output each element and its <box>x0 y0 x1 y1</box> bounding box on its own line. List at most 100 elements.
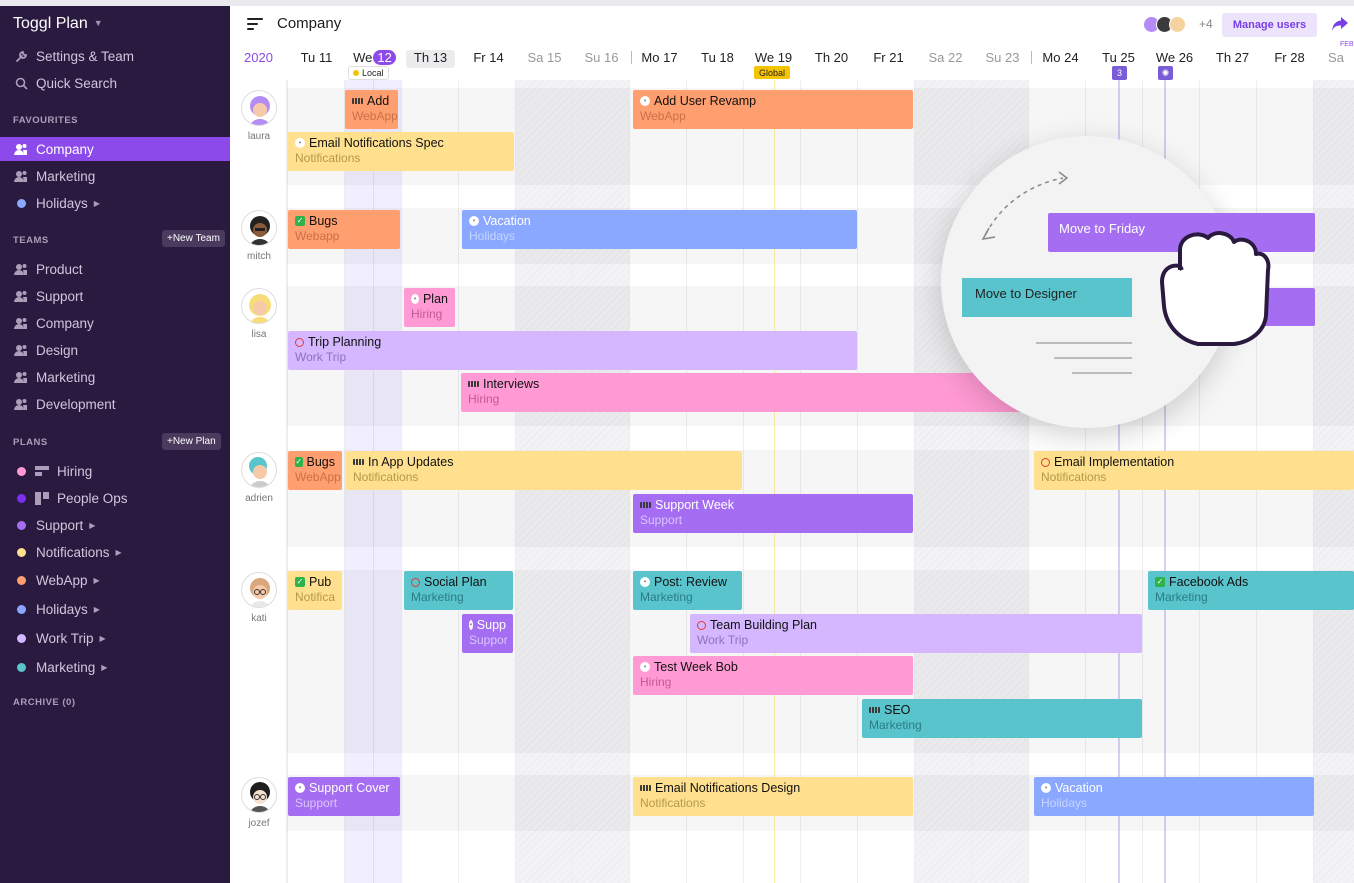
share-icon[interactable] <box>1331 16 1349 37</box>
plan-label: WebApp <box>36 572 88 588</box>
milestone-sun-icon[interactable]: ✺ <box>1158 66 1173 80</box>
plan-item-support[interactable]: Support ▶ <box>0 513 230 537</box>
task-bar[interactable]: ✓ Bugs Webapp <box>288 210 400 249</box>
task-bar[interactable]: Team Building Plan Work Trip <box>690 614 1142 653</box>
task-bar[interactable]: ✓ Facebook Ads Marketing <box>1148 571 1354 610</box>
user-mitch[interactable]: mitch <box>240 210 278 262</box>
expand-arrow-icon[interactable]: ▶ <box>116 548 122 557</box>
move-to-designer-task[interactable]: Move to Designer <box>962 278 1132 317</box>
task-bar[interactable]: • Add User Revamp WebApp <box>633 90 913 129</box>
user-adrien[interactable]: adrien <box>240 452 278 504</box>
task-plan: Work Trip <box>697 633 749 647</box>
placeholder-line <box>1072 372 1132 374</box>
milestone-count-badge[interactable]: 3 <box>1112 66 1127 80</box>
day-mo-17: Mo 17 <box>641 50 678 65</box>
task-bar[interactable]: • Vacation Holidays <box>462 210 857 249</box>
task-bar[interactable]: Trip Planning Work Trip <box>288 331 857 370</box>
plan-item-marketing[interactable]: Marketing ▶ <box>0 655 230 679</box>
plan-item-notifications[interactable]: Notifications ▶ <box>0 540 230 564</box>
favourite-label: Company <box>36 141 94 157</box>
board-icon <box>34 490 50 506</box>
expand-arrow-icon[interactable]: ▶ <box>101 663 107 672</box>
comment-icon: • <box>640 662 650 672</box>
team-item-company[interactable]: Company <box>0 311 230 335</box>
extra-users-count: +4 <box>1199 17 1213 31</box>
task-plan: Work Trip <box>295 350 347 364</box>
team-item-support[interactable]: Support <box>0 284 230 308</box>
new-team-button[interactable]: +New Team <box>162 230 225 247</box>
task-bar[interactable]: • Plan Hiring <box>404 288 455 327</box>
task-plan: Hiring <box>640 675 672 689</box>
task-bar[interactable]: • Post: Review Marketing <box>633 571 742 610</box>
user-name: laura <box>247 131 271 142</box>
brand-name: Toggl Plan <box>13 15 88 32</box>
task-bar[interactable]: In App Updates Notifications <box>346 451 742 490</box>
task-bar[interactable]: • Test Week Bob Hiring <box>633 656 913 695</box>
menu-toggle-icon[interactable] <box>247 18 263 30</box>
day-sa-22: Sa 22 <box>928 50 963 65</box>
task-title: Support Week <box>655 498 734 512</box>
day-we-26: We 26 <box>1155 50 1194 65</box>
user-name: kati <box>251 613 267 624</box>
task-bar[interactable]: ✓ Pub Notifica <box>288 571 342 610</box>
expand-arrow-icon[interactable]: ▶ <box>94 199 100 208</box>
plan-item-holidays[interactable]: Holidays ▶ <box>0 597 230 621</box>
progress-icon <box>353 459 364 465</box>
user-kati[interactable]: kati <box>240 572 278 624</box>
task-bar[interactable]: • Supp Suppor <box>462 614 513 653</box>
task-bar[interactable]: Support Week Support <box>633 494 913 533</box>
expand-arrow-icon[interactable]: ▶ <box>100 634 106 643</box>
settings-team-link[interactable]: Settings & Team <box>0 44 230 68</box>
team-item-development[interactable]: Development <box>0 392 230 416</box>
favourite-item-holidays[interactable]: Holidays ▶ <box>0 191 230 215</box>
user-jozef[interactable]: jozef <box>240 777 278 829</box>
task-title: Social Plan <box>424 575 487 589</box>
expand-arrow-icon[interactable]: ▶ <box>94 605 100 614</box>
task-bar[interactable]: Add WebApp <box>345 90 398 129</box>
day-th-20: Th 20 <box>814 50 849 65</box>
task-title: Vacation <box>1055 781 1103 795</box>
task-bar[interactable]: Social Plan Marketing <box>404 571 513 610</box>
new-plan-button[interactable]: +New Plan <box>162 433 221 450</box>
user-avatar-stack[interactable] <box>1143 16 1203 34</box>
archive-link[interactable]: ARCHIVE (0) <box>13 697 76 708</box>
task-bar[interactable]: Email Implementation Notifications <box>1034 451 1354 490</box>
task-title: Email Notifications Spec <box>309 136 444 150</box>
team-icon <box>13 369 29 385</box>
team-item-product[interactable]: Product <box>0 257 230 281</box>
global-milestone-tag[interactable]: Global <box>754 66 791 79</box>
plan-color-dot <box>13 572 29 588</box>
task-bar[interactable]: Email Notifications Design Notifications <box>633 777 913 816</box>
plan-label: Hiring <box>57 463 93 479</box>
manage-users-button[interactable]: Manage users <box>1222 13 1317 37</box>
year-label: 2020 <box>244 50 273 65</box>
plan-label: Marketing <box>36 659 96 675</box>
progress-icon <box>869 707 880 713</box>
user-laura[interactable]: laura <box>240 90 278 142</box>
plan-item-hiring[interactable]: Hiring <box>0 459 230 483</box>
team-item-marketing[interactable]: Marketing <box>0 365 230 389</box>
plan-item-people-ops[interactable]: People Ops <box>0 486 230 510</box>
task-plan: Marketing <box>869 718 922 732</box>
expand-arrow-icon[interactable]: ▶ <box>94 576 100 585</box>
task-bar[interactable]: • Support Cover Support <box>288 777 400 816</box>
task-bar[interactable]: ✓ Bugs WebApp <box>288 451 342 490</box>
plan-item-work-trip[interactable]: Work Trip ▶ <box>0 626 230 650</box>
plan-color-dot <box>13 630 29 646</box>
team-item-design[interactable]: Design <box>0 338 230 362</box>
favourite-item-company[interactable]: Company <box>0 137 230 161</box>
task-bar[interactable]: • Vacation Holidays <box>1034 777 1314 816</box>
plan-item-webapp[interactable]: WebApp ▶ <box>0 568 230 592</box>
user-lisa[interactable]: lisa <box>240 288 278 340</box>
task-bar[interactable]: SEO Marketing <box>862 699 1142 738</box>
favourite-item-marketing[interactable]: Marketing <box>0 164 230 188</box>
day-su-16: Su 16 <box>584 50 619 65</box>
expand-arrow-icon[interactable]: ▶ <box>89 521 95 530</box>
caret-down-icon: ▼ <box>93 18 103 28</box>
task-bar[interactable]: • Email Notifications Spec Notifications <box>288 132 514 171</box>
quick-search-link[interactable]: Quick Search <box>0 71 230 95</box>
day-tu-18: Tu 18 <box>701 50 734 65</box>
task-title: Support Cover <box>309 781 390 795</box>
workspace-switcher[interactable]: Toggl Plan ▼ <box>13 15 103 33</box>
local-milestone-tag[interactable]: Local <box>348 66 389 80</box>
